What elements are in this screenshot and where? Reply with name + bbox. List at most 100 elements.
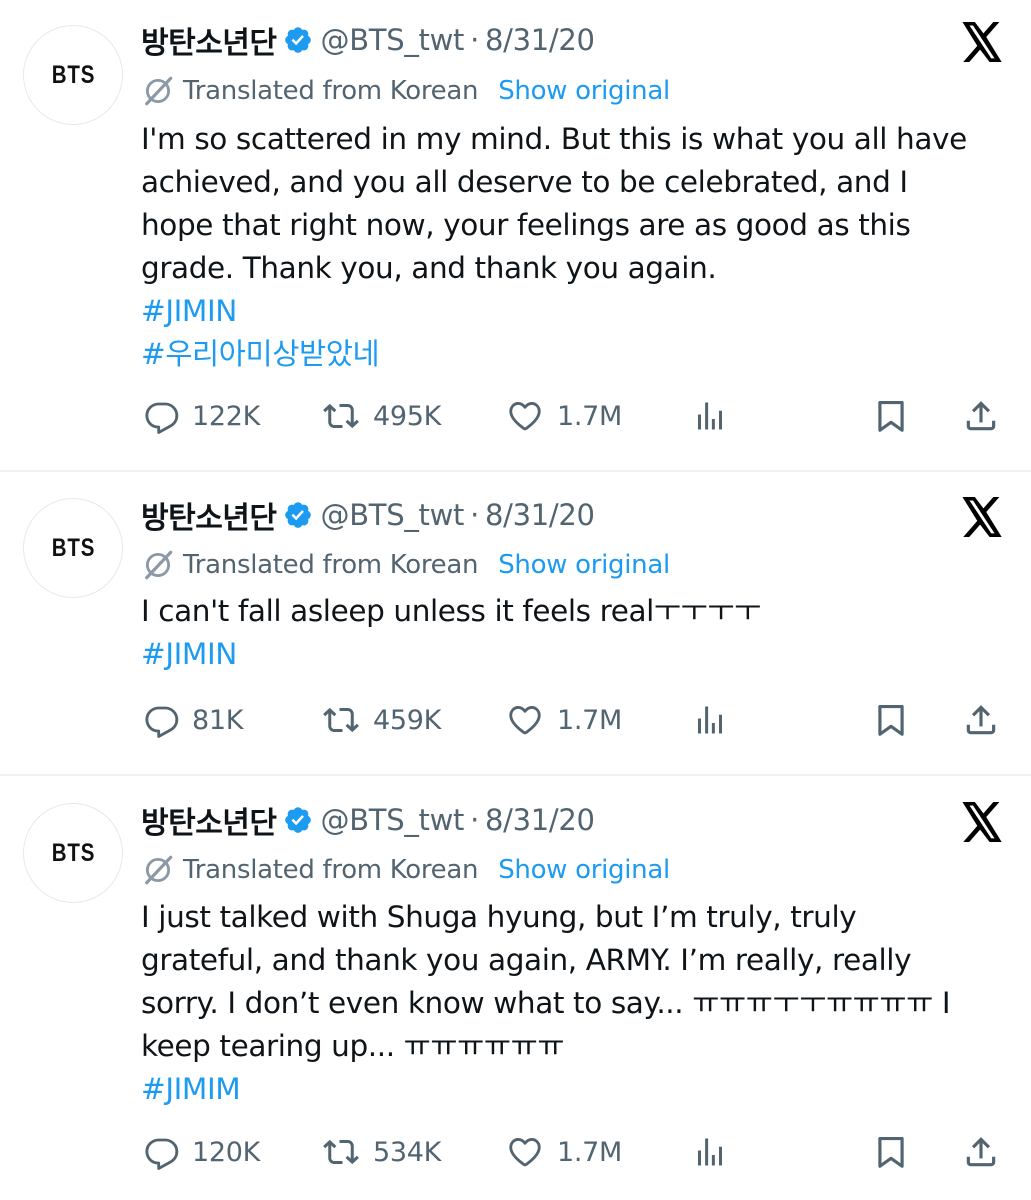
timestamp[interactable]: 8/31/20 — [485, 23, 595, 57]
repost-button[interactable]: 534K — [321, 1130, 441, 1174]
views-chart-icon — [698, 1138, 722, 1166]
translate-globe-icon — [145, 855, 173, 885]
x-logo-icon — [962, 22, 1002, 62]
handle[interactable]: @BTS_twt — [321, 23, 465, 57]
like-heart-icon — [509, 705, 541, 735]
views-button[interactable] — [690, 394, 730, 438]
reply-icon — [145, 1138, 179, 1170]
tweet-1[interactable]: BTS 방탄소년단 @BTS_twt · 8/31/20 Translated … — [0, 0, 1031, 470]
text-line: grateful, and thank you again, ARMY. I’m… — [141, 943, 912, 977]
repost-icon — [323, 1139, 359, 1165]
reply-count: 122K — [192, 400, 261, 432]
like-heart-icon — [509, 401, 541, 431]
bookmark-button[interactable] — [871, 394, 911, 438]
hashtag-link[interactable]: #JIMIN — [141, 633, 1011, 676]
text-line: I just talked with Shuga hyung, but I’m … — [141, 900, 857, 934]
show-original-link[interactable]: Show original — [498, 550, 670, 580]
translated-label: Translated from Korean — [183, 855, 479, 885]
share-button[interactable] — [961, 698, 1001, 742]
verified-badge-icon — [284, 27, 311, 53]
tweet-text: I'm so scattered in my mind. But this is… — [141, 118, 1011, 376]
repost-icon — [323, 403, 359, 429]
tweet-2[interactable]: BTS 방탄소년단 @BTS_twt · 8/31/20 Translated … — [0, 472, 1031, 774]
views-chart-icon — [698, 402, 722, 430]
text-line: hope that right now, your feelings are a… — [141, 208, 911, 242]
like-button[interactable]: 1.7M — [505, 394, 622, 438]
translation-row: Translated from Korean Show original — [141, 73, 670, 109]
avatar[interactable]: BTS — [23, 803, 123, 903]
share-icon — [966, 1137, 996, 1167]
share-button[interactable] — [961, 1130, 1001, 1174]
like-heart-icon — [509, 1137, 541, 1167]
display-name[interactable]: 방탄소년단 — [141, 798, 277, 842]
repost-count: 534K — [373, 1136, 442, 1168]
display-name[interactable]: 방탄소년단 — [141, 18, 277, 62]
reply-count: 120K — [192, 1136, 261, 1168]
translation-row: Translated from Korean Show original — [141, 852, 670, 888]
translate-globe-icon — [145, 76, 173, 106]
action-bar: 122K 495K 1.7M — [141, 394, 1011, 438]
repost-count: 459K — [373, 704, 442, 736]
x-logo-icon — [962, 497, 1002, 537]
like-count: 1.7M — [557, 400, 623, 432]
avatar-label: BTS — [51, 60, 95, 89]
share-icon — [966, 401, 996, 431]
hashtag-link[interactable]: #JIMIN — [141, 290, 1011, 333]
views-button[interactable] — [690, 1130, 730, 1174]
like-count: 1.7M — [557, 704, 623, 736]
translation-row: Translated from Korean Show original — [141, 547, 670, 583]
handle[interactable]: @BTS_twt — [321, 803, 465, 837]
repost-button[interactable]: 459K — [321, 698, 441, 742]
show-original-link[interactable]: Show original — [498, 855, 670, 885]
text-line: grade. Thank you, and thank you again. — [141, 251, 717, 285]
avatar[interactable]: BTS — [23, 25, 123, 125]
separator-dot: · — [470, 803, 479, 837]
share-icon — [966, 705, 996, 735]
reply-button[interactable]: 81K — [144, 698, 243, 742]
verified-badge-icon — [284, 502, 311, 528]
translate-globe-icon — [145, 550, 173, 580]
verified-badge-icon — [284, 807, 311, 833]
reply-icon — [145, 402, 179, 434]
hashtag-link[interactable]: #우리아미상받았네 — [141, 333, 1011, 376]
tweet-header: 방탄소년단 @BTS_twt · 8/31/20 — [141, 493, 595, 537]
display-name[interactable]: 방탄소년단 — [141, 493, 277, 537]
action-bar: 81K 459K 1.7M — [141, 698, 1011, 742]
avatar-label: BTS — [51, 533, 95, 562]
avatar[interactable]: BTS — [23, 498, 123, 598]
reply-button[interactable]: 122K — [144, 394, 260, 438]
repost-button[interactable]: 495K — [321, 394, 441, 438]
like-button[interactable]: 1.7M — [505, 1130, 622, 1174]
like-button[interactable]: 1.7M — [505, 698, 622, 742]
bookmark-icon — [878, 400, 904, 432]
translated-label: Translated from Korean — [183, 550, 479, 580]
text-line: sorry. I don’t even know what to say... … — [141, 986, 951, 1020]
text-line: keep tearing up... ㅠㅠㅠㅠㅠㅠ — [141, 1029, 565, 1063]
avatar-label: BTS — [51, 838, 95, 867]
action-bar: 120K 534K 1.7M — [141, 1130, 1011, 1174]
reply-button[interactable]: 120K — [144, 1130, 260, 1174]
show-original-link[interactable]: Show original — [498, 76, 670, 106]
text-line: I can't fall asleep unless it feels real… — [141, 594, 761, 628]
share-button[interactable] — [961, 394, 1001, 438]
handle[interactable]: @BTS_twt — [321, 498, 465, 532]
bookmark-icon — [878, 704, 904, 736]
repost-icon — [323, 707, 359, 733]
timestamp[interactable]: 8/31/20 — [485, 498, 595, 532]
tweet-text: I can't fall asleep unless it feels real… — [141, 590, 1011, 676]
tweet-header: 방탄소년단 @BTS_twt · 8/31/20 — [141, 18, 595, 62]
hashtag-link[interactable]: #JIMIM — [141, 1068, 1011, 1111]
text-line: I'm so scattered in my mind. But this is… — [141, 122, 967, 156]
tweet-header: 방탄소년단 @BTS_twt · 8/31/20 — [141, 798, 595, 842]
translated-label: Translated from Korean — [183, 76, 479, 106]
bookmark-button[interactable] — [871, 698, 911, 742]
like-count: 1.7M — [557, 1136, 623, 1168]
x-logo-icon — [962, 802, 1002, 842]
views-chart-icon — [698, 706, 722, 734]
bookmark-button[interactable] — [871, 1130, 911, 1174]
views-button[interactable] — [690, 698, 730, 742]
repost-count: 495K — [373, 400, 442, 432]
timestamp[interactable]: 8/31/20 — [485, 803, 595, 837]
tweet-3[interactable]: BTS 방탄소년단 @BTS_twt · 8/31/20 Translated … — [0, 776, 1031, 1200]
separator-dot: · — [470, 498, 479, 532]
